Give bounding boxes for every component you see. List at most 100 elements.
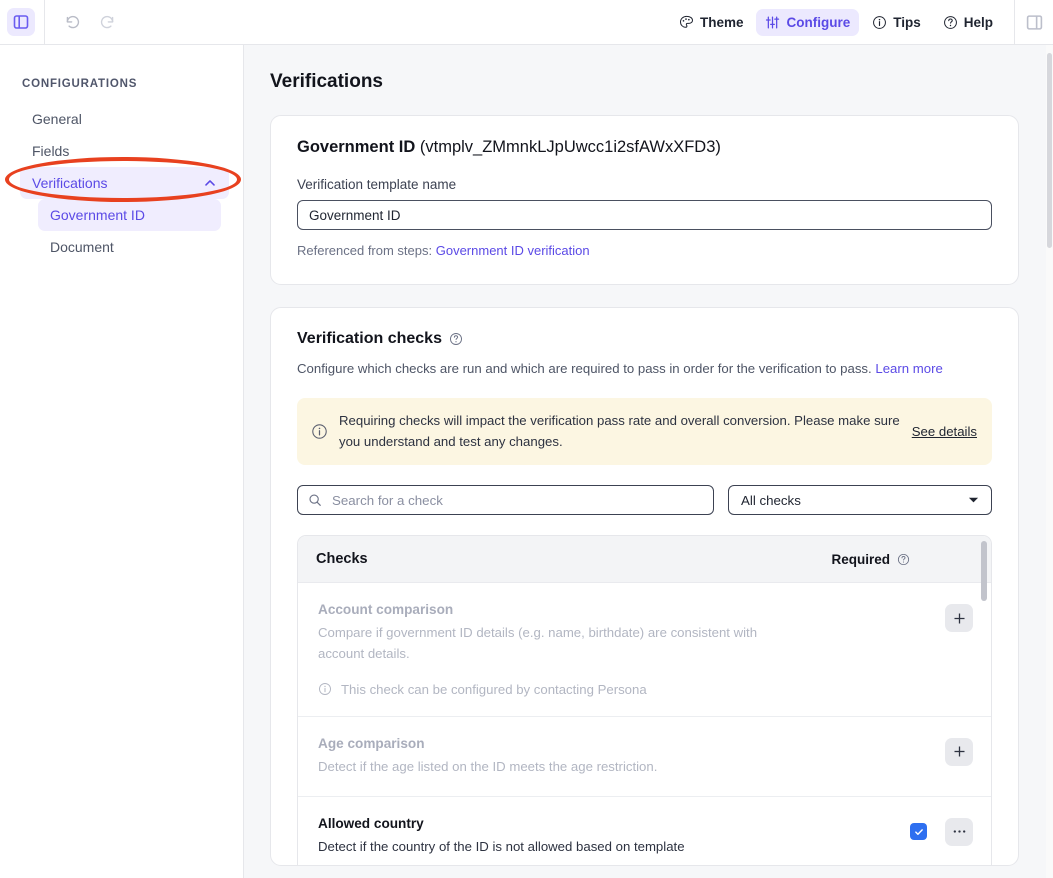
ellipsis-icon [953,830,965,833]
search-check-box[interactable] [297,485,714,516]
template-heading: Government ID (vtmplv_ZMmnkLJpUwcc1i2sfA… [297,138,992,157]
main-content: Verifications Government ID (vtmplv_ZMmn… [244,45,1047,878]
template-id: (vtmplv_ZMmnkLJpUwcc1i2sfAWxXFD3) [419,138,721,156]
check-actions [910,816,973,846]
add-check-button[interactable] [945,737,973,766]
check-info: Account comparison Compare if government… [318,602,945,696]
check-actions [945,602,973,633]
add-check-button[interactable] [945,604,973,633]
chevron-up-icon [205,180,215,186]
check-description: Detect if the country of the ID is not a… [318,838,685,854]
sidebar-toggle-button[interactable] [7,8,35,36]
page-scrollbar[interactable] [1046,45,1053,878]
page-title: Verifications [270,71,383,92]
top-toolbar: Theme Configure Tips Help [0,0,1053,45]
verification-template-card: Government ID (vtmplv_ZMmnkLJpUwcc1i2sfA… [270,115,1019,285]
verification-checks-description: Configure which checks are run and which… [297,359,987,379]
checks-list-scrollbar[interactable] [981,536,987,865]
sidebar-item-fields[interactable]: Fields [20,135,229,167]
check-note: This check can be configured by contacti… [318,682,929,697]
redo-button[interactable] [99,14,116,31]
checks-filter-value: All checks [741,492,801,508]
template-name-input[interactable] [297,200,992,230]
template-name-label: Verification template name [297,177,457,192]
check-info: Allowed country Detect if the country of… [318,816,910,857]
required-checkbox[interactable] [910,823,927,841]
toolbar-item-help-label: Help [963,14,993,30]
history-controls [64,14,116,31]
info-circle-icon [312,424,327,440]
toolbar-right-group: Theme Configure Tips Help [670,0,1053,45]
toolbar-item-tips-label: Tips [893,14,921,30]
check-name: Allowed country [318,815,424,831]
page-scrollbar-thumb[interactable] [1047,53,1052,248]
checks-column-label: Checks [316,551,368,568]
toolbar-item-theme-label: Theme [699,14,744,30]
sidebar-item-general-label: General [32,111,82,127]
banner-message: Requiring checks will impact the verific… [339,413,900,449]
toolbar-item-configure-label: Configure [786,14,851,30]
toolbar-divider [44,0,45,45]
table-row[interactable]: Account comparison Compare if government… [298,583,991,717]
check-description: Compare if government ID details (e.g. n… [318,625,758,662]
sidebar-item-verifications-label: Verifications [32,175,108,191]
toolbar-item-configure[interactable]: Configure [756,8,860,36]
see-details-link[interactable]: See details [912,424,977,439]
check-name: Account comparison [318,602,454,618]
learn-more-link[interactable]: Learn more [875,361,942,376]
toolbar-item-theme[interactable]: Theme [670,9,753,36]
caret-down-icon [968,498,979,503]
undo-button[interactable] [64,14,81,31]
referenced-step-link[interactable]: Government ID verification [436,243,590,258]
sidebar-item-document[interactable]: Document [38,231,221,263]
plus-icon [953,746,965,757]
check-menu-button[interactable] [945,817,973,846]
verification-checks-header: Verification checks [297,330,992,348]
toolbar-item-tips[interactable]: Tips [863,9,930,36]
undo-icon [66,15,80,28]
required-column: Required [831,552,973,567]
info-circle-icon [873,15,887,29]
checks-filter-row: All checks [297,485,992,516]
check-note-text: This check can be configured by contacti… [341,681,647,697]
palette-icon [679,15,693,28]
info-circle-icon [319,683,331,696]
referenced-from-steps: Referenced from steps: Government ID ver… [297,243,992,258]
question-circle-icon[interactable] [897,553,910,566]
checks-list-panel: Checks Required Account comparison Compa… [297,535,992,866]
search-check-input[interactable] [330,491,703,509]
right-panel-toggle-button[interactable] [1015,0,1053,45]
question-circle-icon[interactable] [449,332,463,346]
sidebar-item-verifications[interactable]: Verifications [20,167,229,199]
verification-checks-description-text: Configure which checks are run and which… [297,361,876,376]
template-name: Government ID [297,138,416,156]
sidebar-item-government-id-label: Government ID [50,207,145,223]
checks-filter-select[interactable]: All checks [728,485,992,516]
checks-list-scrollbar-thumb[interactable] [981,541,987,602]
table-row[interactable]: Allowed country Detect if the country of… [298,796,991,866]
right-panel-toggle-icon [1026,14,1042,30]
check-actions [945,736,973,766]
question-circle-icon [943,15,957,29]
sidebar-item-general[interactable]: General [20,103,229,135]
sidebar-toggle-icon [13,15,29,29]
toolbar-left-group [0,0,116,45]
configurations-sidebar: CONFIGURATIONS General Fields Verificati… [0,45,244,878]
check-icon [914,828,923,835]
toolbar-item-help[interactable]: Help [934,9,1002,36]
requiring-checks-banner: Requiring checks will impact the verific… [297,398,992,466]
check-name: Age comparison [318,735,425,751]
required-column-label: Required [831,551,890,567]
check-info: Age comparison Detect if the age listed … [318,736,945,777]
table-row[interactable]: Age comparison Detect if the age listed … [298,716,991,797]
sidebar-item-fields-label: Fields [32,143,70,159]
sidebar-item-document-label: Document [50,239,114,255]
check-description: Detect if the age listed on the ID meets… [318,758,658,774]
sidebar-item-government-id[interactable]: Government ID [38,199,221,231]
redo-icon [100,15,114,28]
referenced-from-steps-label: Referenced from steps: [297,243,436,258]
plus-icon [953,613,965,624]
checks-table-header: Checks Required [298,536,991,584]
sliders-icon [766,16,780,28]
search-icon [309,494,321,507]
